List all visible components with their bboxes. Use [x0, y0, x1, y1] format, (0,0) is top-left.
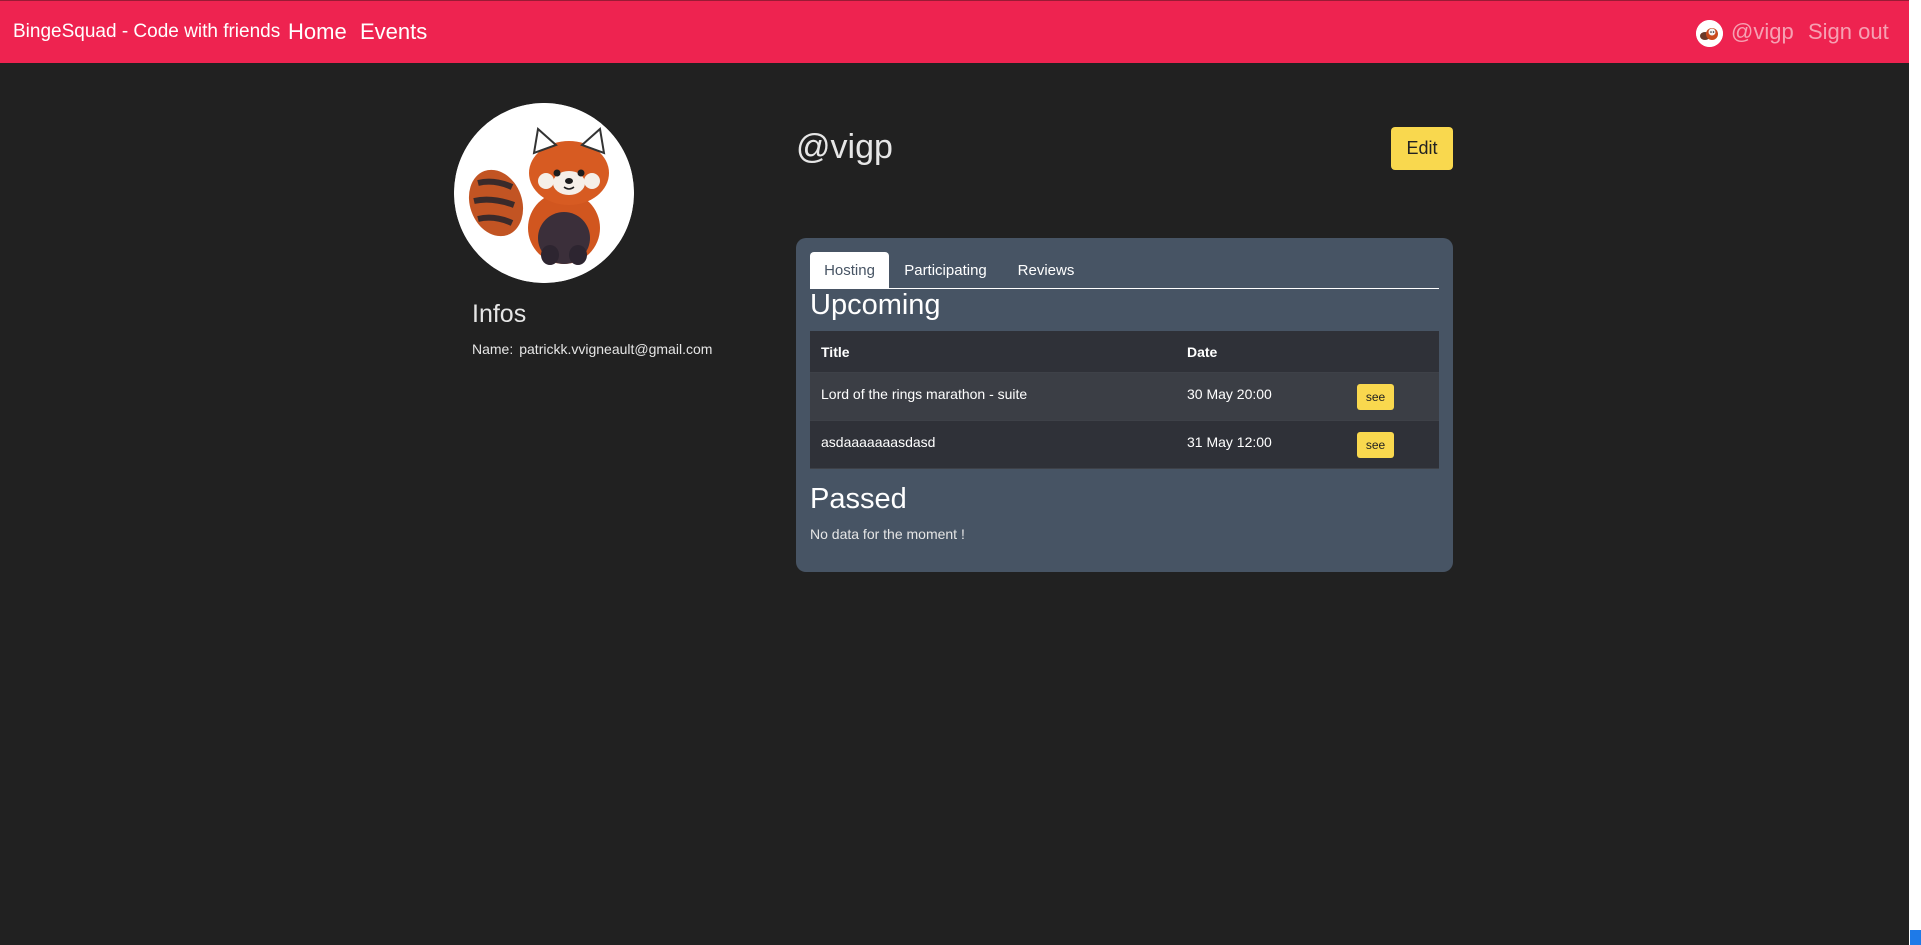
table-row: asdaaaaaaasdasd 31 May 12:00 see — [810, 421, 1439, 469]
top-navbar: BingeSquad - Code with friends Home Even… — [0, 0, 1909, 63]
upcoming-table: Title Date Lord of the rings marathon - … — [810, 331, 1439, 469]
empty-message: No data for the moment ! — [810, 526, 965, 542]
see-button[interactable]: see — [1357, 384, 1394, 410]
tab-participating[interactable]: Participating — [890, 252, 1001, 288]
event-date: 31 May 12:00 — [1187, 434, 1272, 450]
passed-heading: Passed — [810, 483, 907, 515]
see-button[interactable]: see — [1357, 432, 1394, 458]
infos-name-row: Name: patrickk.vvigneault@gmail.com — [472, 341, 712, 357]
table-header: Title Date — [810, 331, 1439, 373]
scrollbar-thumb[interactable] — [1910, 930, 1921, 945]
event-title: Lord of the rings marathon - suite — [821, 386, 1028, 402]
nav-user-handle[interactable]: @vigp — [1731, 19, 1794, 45]
column-header-date: Date — [1187, 344, 1218, 360]
vertical-scrollbar[interactable] — [1909, 0, 1921, 945]
tab-bar: Hosting Participating Reviews — [810, 252, 1439, 289]
upcoming-heading: Upcoming — [810, 289, 941, 321]
page-title: @vigp — [796, 128, 893, 166]
profile-avatar-icon — [454, 103, 634, 283]
infos-heading: Infos — [472, 300, 527, 328]
name-value: patrickk.vvigneault@gmail.com — [519, 341, 713, 357]
event-title: asdaaaaaaasdasd — [821, 434, 936, 450]
events-card: Hosting Participating Reviews Upcoming T… — [796, 238, 1453, 572]
name-label: Name: — [472, 341, 514, 357]
nav-avatar-icon[interactable] — [1696, 20, 1723, 47]
edit-button[interactable]: Edit — [1391, 127, 1453, 170]
nav-events-link[interactable]: Events — [360, 19, 427, 45]
tab-hosting[interactable]: Hosting — [810, 252, 889, 288]
brand-link[interactable]: BingeSquad - Code with friends — [13, 21, 280, 43]
column-header-title: Title — [821, 344, 850, 360]
table-row: Lord of the rings marathon - suite 30 Ma… — [810, 373, 1439, 421]
sign-out-link[interactable]: Sign out — [1808, 19, 1889, 45]
tab-reviews[interactable]: Reviews — [1001, 252, 1091, 288]
event-date: 30 May 20:00 — [1187, 386, 1272, 402]
nav-home-link[interactable]: Home — [288, 19, 347, 45]
